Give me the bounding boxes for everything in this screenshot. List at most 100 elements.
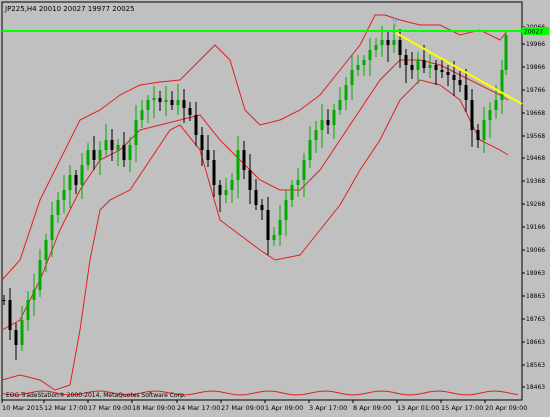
candle-body: [224, 190, 228, 195]
candle-body: [296, 180, 300, 185]
price-tick-label: 19568: [526, 133, 545, 140]
time-tick-label: 8 Apr 09:00: [353, 404, 391, 412]
candle-body: [458, 80, 462, 85]
candle-body: [170, 100, 174, 105]
candle-body: [374, 45, 378, 50]
candle-body: [434, 65, 438, 70]
candle-body: [440, 70, 444, 72]
candle-body: [464, 85, 468, 100]
candle-body: [122, 145, 126, 160]
candle-body: [20, 320, 24, 345]
time-tick-label: 24 Mar 17:00: [177, 404, 220, 412]
chart-window[interactable]: ⇧ JP225,H4 20010 20027 19977 20025 EOG T…: [0, 0, 550, 413]
candle-body: [362, 60, 366, 65]
candle-body: [470, 100, 474, 130]
candle-body: [494, 100, 498, 110]
candle-body: [428, 65, 432, 68]
price-tick-label: 19966: [526, 41, 545, 48]
candle-body: [278, 220, 282, 235]
candle-body: [488, 110, 492, 120]
candle-body: [212, 160, 216, 185]
candle-body: [476, 130, 480, 140]
candle-body: [260, 205, 264, 210]
time-tick-label: 18 Mar 09:00: [132, 404, 175, 412]
candle-body: [26, 300, 30, 320]
price-tick-label: 19368: [526, 178, 545, 185]
candle-body: [350, 70, 354, 85]
candle-body: [308, 140, 312, 160]
candle-body: [152, 98, 156, 100]
candle-body: [146, 100, 150, 110]
candle-body: [272, 235, 276, 240]
price-tick-label: 18463: [526, 384, 545, 391]
candle-body: [314, 130, 318, 140]
current-price-tag: 20027: [522, 27, 549, 36]
time-tick-label: 27 Mar 09:00: [221, 404, 264, 412]
candle-body: [92, 150, 96, 160]
candle-body: [380, 40, 384, 45]
candle-body: [2, 300, 6, 301]
candle-body: [410, 65, 414, 70]
candle-body: [422, 60, 426, 68]
candle-body: [80, 165, 84, 185]
candle-body: [504, 35, 508, 70]
time-tick-label: 17 Mar 09:00: [88, 404, 131, 412]
candle-body: [248, 170, 252, 190]
candle-body: [482, 120, 486, 140]
candle-body: [128, 145, 132, 160]
candle-body: [116, 145, 120, 150]
candle-body: [386, 40, 390, 45]
copyright-watermark: EOG TradeStation® 2000-2014, MetaQuotes …: [6, 392, 186, 399]
price-tick-label: 18663: [526, 339, 545, 346]
candle-body: [344, 85, 348, 100]
price-tick-label: 19866: [526, 64, 545, 71]
price-tick-label: 18863: [526, 293, 545, 300]
time-tick-label: 15 Apr 17:00: [441, 404, 483, 412]
price-tick-label: 19166: [526, 224, 545, 231]
candle-body: [140, 110, 144, 120]
candle-body: [368, 50, 372, 60]
candle-body: [164, 100, 168, 102]
candle-body: [200, 135, 204, 150]
candle-body: [38, 260, 42, 290]
candle-body: [392, 40, 396, 45]
current-price-label: 20027: [524, 29, 543, 36]
candle-body: [188, 108, 192, 115]
candle-body: [500, 70, 504, 100]
candle-body: [68, 175, 72, 190]
candle-body: [44, 240, 48, 260]
candle-body: [254, 190, 258, 205]
candle-body: [104, 140, 108, 150]
candle-body: [182, 100, 186, 108]
candle-body: [290, 185, 294, 200]
price-tick-label: 19668: [526, 110, 545, 117]
price-tick-label: 18963: [526, 270, 545, 277]
candle-body: [236, 150, 240, 180]
candle-body: [326, 120, 330, 125]
candle-body: [110, 140, 114, 150]
price-tick-label: 19066: [526, 247, 545, 254]
candle-body: [446, 72, 450, 75]
candle-body: [176, 100, 180, 105]
time-tick-label: 3 Apr 17:00: [309, 404, 347, 412]
candle-body: [398, 40, 402, 55]
candle-body: [284, 200, 288, 220]
time-tick-label: 13 Apr 01:00: [397, 404, 439, 412]
candle-body: [332, 110, 336, 125]
candle-body: [86, 150, 90, 165]
price-tick-label: 19268: [526, 201, 545, 208]
candle-body: [242, 150, 246, 170]
time-tick-label: 1 Apr 09:00: [265, 404, 303, 412]
price-tick-label: 19468: [526, 155, 545, 162]
candle-body: [416, 60, 420, 70]
candle-body: [158, 98, 162, 102]
candle-body: [230, 180, 234, 190]
symbol-info: JP225,H4 20010 20027 19977 20025: [4, 5, 135, 13]
candle-body: [338, 100, 342, 110]
price-tick-label: 19766: [526, 87, 545, 94]
candle-body: [356, 65, 360, 70]
price-chart[interactable]: ⇧ JP225,H4 20010 20027 19977 20025 EOG T…: [0, 0, 550, 413]
candle-body: [50, 215, 54, 240]
candle-body: [194, 115, 198, 135]
candle-body: [302, 160, 306, 180]
